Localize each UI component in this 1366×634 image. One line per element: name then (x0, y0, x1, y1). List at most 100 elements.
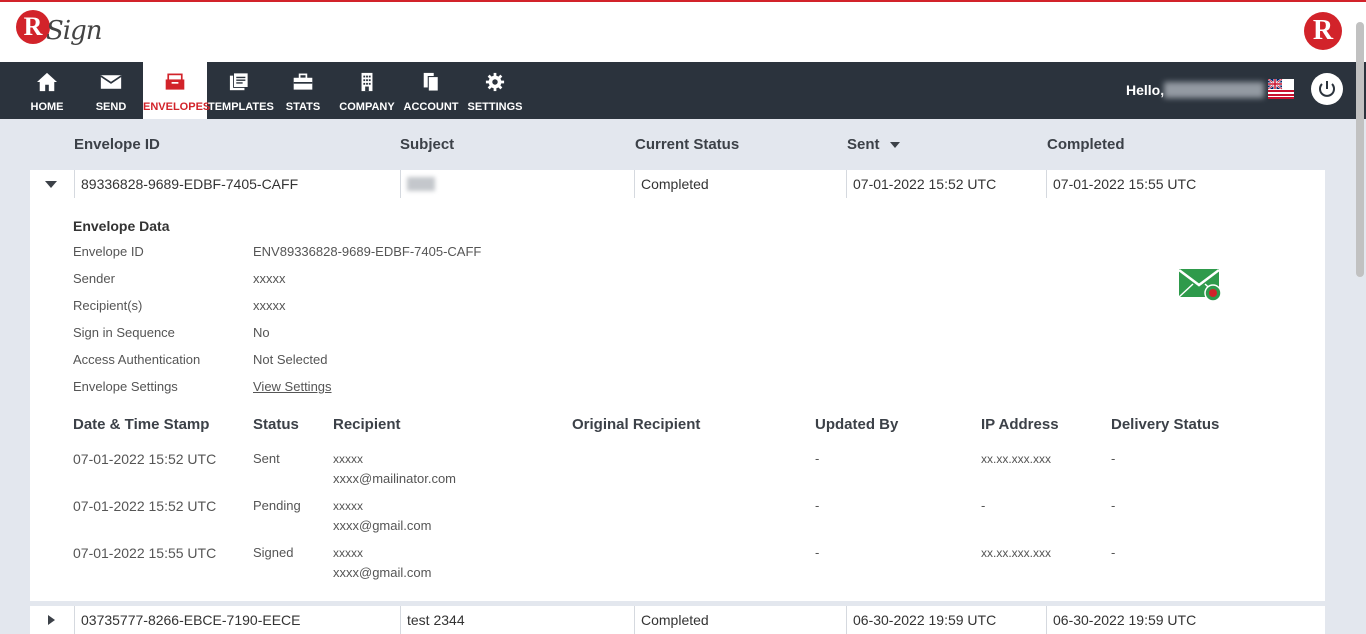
main-nav: HOME SEND ENVELOPES TEMPLATES STATS COMP… (0, 62, 1366, 119)
nav-label: HOME (30, 101, 64, 113)
account-icon (423, 72, 439, 92)
language-flag-icon[interactable] (1268, 79, 1294, 99)
gear-icon (485, 72, 505, 92)
cell-sent: 07-01-2022 15:52 UTC (846, 170, 1046, 198)
history-col-delivery: Delivery Status (1111, 416, 1220, 433)
field-label: Sign in Sequence (73, 325, 175, 340)
field-value: No (253, 325, 270, 340)
detail-title: Envelope Data (73, 218, 170, 234)
history-col-timestamp: Date & Time Stamp (73, 416, 210, 433)
field-value: Not Selected (253, 352, 328, 367)
building-icon (361, 72, 373, 92)
envelopes-icon (165, 73, 185, 90)
col-envelope-id[interactable]: Envelope ID (74, 136, 160, 153)
nav-label: STATS (285, 101, 321, 113)
logo-word: Sign (46, 16, 103, 46)
logo-badge: R (16, 10, 50, 44)
history-timestamp: 07-01-2022 15:55 UTC (73, 545, 217, 561)
cell-envelope-id: 03735777-8266-EBCE-7190-EECE (74, 606, 400, 634)
col-subject[interactable]: Subject (400, 136, 454, 153)
table-row[interactable]: 03735777-8266-EBCE-7190-EECE test 2344 C… (30, 606, 1325, 634)
history-recipient-name: xxxxx (333, 452, 363, 466)
history-ip: xx.xx.xxx.xxx (981, 452, 1052, 466)
redacted-subject (407, 177, 435, 191)
history-status: Sent (253, 451, 280, 466)
field-value: xxxxx (253, 298, 286, 313)
rpost-logo: R (1304, 12, 1342, 50)
field-value: ENV89336828-9689-EDBF-7405-CAFF (253, 244, 482, 259)
cell-completed: 07-01-2022 15:55 UTC (1046, 170, 1325, 198)
logout-button[interactable] (1311, 73, 1343, 105)
nav-stats[interactable]: STATS (273, 62, 333, 119)
history-status: Signed (253, 545, 294, 560)
history-delivery: - (1111, 545, 1116, 560)
view-settings-link[interactable]: View Settings (253, 379, 332, 394)
history-delivery: - (1111, 498, 1116, 513)
app-header: R Sign R (0, 2, 1366, 62)
history-delivery: - (1111, 451, 1116, 466)
history-recipient-email: xxxx@mailinator.com (333, 471, 457, 486)
history-updated-by: - (815, 451, 820, 466)
resend-mail-icon[interactable] (1178, 267, 1226, 305)
envelopes-list: Envelope ID Subject Current Status Sent … (30, 119, 1325, 634)
history-col-original: Original Recipient (572, 416, 701, 433)
field-label: Envelope Settings (73, 379, 178, 394)
history-status: Pending (253, 498, 301, 513)
col-current-status[interactable]: Current Status (635, 136, 739, 153)
history-col-ip: IP Address (981, 416, 1059, 433)
home-icon (37, 72, 57, 92)
history-col-updated-by: Updated By (815, 416, 899, 433)
cell-subject (400, 170, 634, 198)
user-name-redacted (1164, 82, 1264, 98)
col-completed[interactable]: Completed (1047, 136, 1125, 153)
cell-sent: 06-30-2022 19:59 UTC (846, 606, 1046, 634)
nav-label: SETTINGS (467, 101, 523, 113)
nav-label: ENVELOPES (143, 101, 211, 113)
history-ip: xx.xx.xxx.xxx (981, 546, 1052, 560)
field-value: xxxxx (253, 271, 286, 286)
nav-settings[interactable]: SETTINGS (465, 62, 525, 119)
nav-label: COMPANY (339, 101, 395, 113)
field-label: Recipient(s) (73, 298, 143, 313)
cell-status: Completed (634, 170, 846, 198)
envelope-detail-panel: Envelope Data Envelope ID ENV89336828-96… (30, 198, 1325, 601)
nav-label: ACCOUNT (403, 101, 459, 113)
nav-templates[interactable]: TEMPLATES (208, 62, 274, 119)
history-recipient-email: xxxx@gmail.com (333, 565, 432, 580)
briefcase-icon (293, 73, 313, 90)
history-col-status: Status (253, 416, 299, 433)
nav-send[interactable]: SEND (81, 62, 141, 119)
expand-caret-icon[interactable] (44, 614, 58, 626)
power-icon (1319, 81, 1335, 97)
history-timestamp: 07-01-2022 15:52 UTC (73, 451, 217, 467)
nav-label: TEMPLATES (208, 101, 274, 113)
envelope-icon (100, 75, 122, 89)
history-recipient-name: xxxxx (333, 546, 363, 560)
history-updated-by: - (815, 545, 820, 560)
cell-completed: 06-30-2022 19:59 UTC (1046, 606, 1325, 634)
col-sent-label: Sent (847, 136, 880, 153)
history-recipient-name: xxxxx (333, 499, 363, 513)
field-label: Sender (73, 271, 115, 286)
nav-envelopes[interactable]: ENVELOPES (143, 62, 211, 119)
page-scrollbar[interactable] (1356, 22, 1364, 277)
history-timestamp: 07-01-2022 15:52 UTC (73, 498, 217, 514)
cell-subject: test 2344 (400, 606, 634, 634)
field-label: Access Authentication (73, 352, 201, 367)
greeting: Hello, (1126, 82, 1165, 98)
history-col-recipient: Recipient (333, 416, 401, 433)
col-sent[interactable]: Sent (847, 136, 900, 153)
collapse-caret-icon[interactable] (44, 178, 58, 190)
table-row[interactable]: 89336828-9689-EDBF-7405-CAFF Completed 0… (30, 170, 1325, 198)
nav-company[interactable]: COMPANY (337, 62, 397, 119)
field-label: Envelope ID (73, 244, 144, 259)
templates-icon (229, 72, 249, 91)
history-recipient-email: xxxx@gmail.com (333, 518, 432, 533)
cell-envelope-id: 89336828-9689-EDBF-7405-CAFF (74, 170, 400, 198)
history-updated-by: - (815, 498, 820, 513)
nav-account[interactable]: ACCOUNT (401, 62, 461, 119)
nav-label: SEND (95, 101, 127, 113)
cell-status: Completed (634, 606, 846, 634)
nav-home[interactable]: HOME (17, 62, 77, 119)
history-ip: - (981, 498, 986, 513)
